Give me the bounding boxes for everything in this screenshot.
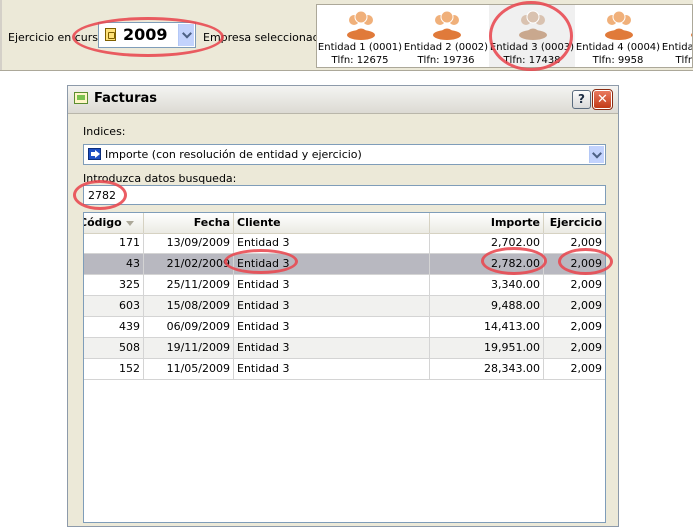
- col-ejercicio-cell: 2,009: [544, 275, 605, 295]
- toolbar-grip: [0, 0, 2, 70]
- col-fecha-header[interactable]: Fecha: [144, 213, 234, 233]
- entity-card[interactable]: Entidad 1 (0001) Tlfn: 12675: [317, 5, 403, 67]
- col-cliente-cell: Entidad 3: [234, 254, 430, 274]
- search-label: Introduzca datos busqueda:: [83, 172, 237, 185]
- entity-name: Entidad 3 (0003): [489, 42, 575, 53]
- facturas-dialog: Facturas ? ✕ Indices: Importe (con resol…: [67, 85, 619, 527]
- invoices-table: Código Fecha Cliente Importe Ejercicio 17113…: [83, 212, 606, 523]
- col-ejercicio-cell: 2,009: [544, 254, 605, 274]
- entity-phone: Tlfn: 17438: [503, 55, 561, 66]
- col-ejercicio-cell: 2,009: [544, 317, 605, 337]
- col-importe-cell: 14,413.00: [430, 317, 544, 337]
- col-cliente-cell: Entidad 3: [234, 275, 430, 295]
- group-users-icon: [433, 10, 461, 40]
- entity-phone: Tlfn: 12675: [331, 55, 389, 66]
- group-users-icon: [605, 10, 633, 40]
- entity-phone: Tlfn: 18112: [675, 55, 692, 66]
- col-cliente-cell: Entidad 3: [234, 233, 430, 253]
- close-button[interactable]: ✕: [592, 89, 613, 110]
- col-codigo-cell: 508: [84, 338, 144, 358]
- col-importe-cell: 28,343.00: [430, 359, 544, 379]
- col-cliente-cell: Entidad 3: [234, 317, 430, 337]
- table-row[interactable]: 152 11/05/2009 Entidad 3 28,343.00 2,009: [84, 359, 605, 380]
- table-row[interactable]: 439 06/09/2009 Entidad 3 14,413.00 2,009: [84, 317, 605, 338]
- dialog-title: Facturas: [94, 91, 157, 106]
- table-row[interactable]: 43 21/02/2009 Entidad 3 2,782.00 2,009: [84, 254, 605, 275]
- col-codigo-cell: 325: [84, 275, 144, 295]
- col-importe-cell: 2,702.00: [430, 233, 544, 253]
- col-ejercicio-cell: 2,009: [544, 233, 605, 253]
- entity-phone: Tlfn: 19736: [417, 55, 475, 66]
- col-codigo-cell: 171: [84, 233, 144, 253]
- invoice-icon: [74, 92, 88, 104]
- table-row[interactable]: 325 25/11/2009 Entidad 3 3,340.00 2,009: [84, 275, 605, 296]
- empresa-label: Empresa seleccionada: [203, 31, 327, 44]
- table-row[interactable]: 603 15/08/2009 Entidad 3 9,488.00 2,009: [84, 296, 605, 317]
- column-label: Fecha: [193, 216, 230, 229]
- top-toolbar: Ejercicio en curso 2009 Empresa seleccio…: [0, 0, 693, 71]
- entity-name: Entidad 5 (0005): [661, 42, 692, 53]
- indices-label: Indices:: [83, 125, 126, 138]
- col-fecha-cell: 15/08/2009: [144, 296, 234, 316]
- col-ejercicio-cell: 2,009: [544, 359, 605, 379]
- col-importe-header[interactable]: Importe: [430, 213, 544, 233]
- entity-card[interactable]: Entidad 3 (0003) Tlfn: 17438: [489, 5, 575, 67]
- col-fecha-cell: 11/05/2009: [144, 359, 234, 379]
- year-select[interactable]: 2009: [98, 22, 196, 48]
- col-codigo-cell: 43: [84, 254, 144, 274]
- col-ejercicio-cell: 2,009: [544, 296, 605, 316]
- col-cliente-cell: Entidad 3: [234, 359, 430, 379]
- table-row[interactable]: 508 19/11/2009 Entidad 3 19,951.00 2,009: [84, 338, 605, 359]
- col-cliente-header[interactable]: Cliente: [234, 213, 430, 233]
- chevron-down-icon: [181, 28, 192, 39]
- col-importe-cell: 2,782.00: [430, 254, 544, 274]
- year-value: 2009: [123, 25, 168, 44]
- col-importe-cell: 3,340.00: [430, 275, 544, 295]
- chevron-down-icon: [592, 148, 602, 159]
- column-label: Código: [84, 216, 122, 229]
- indices-dropdown-button[interactable]: [589, 146, 604, 163]
- col-codigo-cell: 152: [84, 359, 144, 379]
- col-importe-cell: 19,951.00: [430, 338, 544, 358]
- group-users-icon: [347, 10, 375, 40]
- col-importe-cell: 9,488.00: [430, 296, 544, 316]
- dialog-titlebar[interactable]: Facturas ? ✕: [68, 86, 618, 114]
- indices-select[interactable]: Importe (con resolución de entidad y eje…: [83, 144, 606, 165]
- search-input[interactable]: [83, 185, 606, 205]
- indices-value: Importe (con resolución de entidad y eje…: [105, 148, 362, 161]
- col-codigo-header[interactable]: Código: [84, 213, 144, 233]
- group-users-icon: [519, 10, 547, 40]
- entity-selector: Entidad 1 (0001) Tlfn: 12675 Entidad 2 (00…: [316, 4, 693, 68]
- help-button[interactable]: ?: [572, 90, 591, 109]
- sort-desc-icon: [125, 220, 134, 226]
- entity-name: Entidad 1 (0001): [317, 42, 403, 53]
- column-label: Ejercicio: [549, 216, 602, 229]
- col-ejercicio-cell: 2,009: [544, 338, 605, 358]
- entity-name: Entidad 4 (0004): [575, 42, 661, 53]
- arrow-right-icon: [88, 148, 101, 160]
- entity-phone: Tlfn: 9958: [592, 55, 644, 66]
- col-ejercicio-header[interactable]: Ejercicio: [544, 213, 605, 233]
- col-fecha-cell: 19/11/2009: [144, 338, 234, 358]
- entity-card[interactable]: Entidad 4 (0004) Tlfn: 9958: [575, 5, 661, 67]
- ejercicio-label: Ejercicio en curso: [8, 31, 105, 44]
- table-header: Código Fecha Cliente Importe Ejercicio: [84, 213, 605, 234]
- col-codigo-cell: 603: [84, 296, 144, 316]
- col-fecha-cell: 13/09/2009: [144, 233, 234, 253]
- col-fecha-cell: 25/11/2009: [144, 275, 234, 295]
- col-cliente-cell: Entidad 3: [234, 338, 430, 358]
- col-codigo-cell: 439: [84, 317, 144, 337]
- col-fecha-cell: 06/09/2009: [144, 317, 234, 337]
- calendar-icon: [105, 28, 116, 41]
- column-label: Cliente: [237, 216, 281, 229]
- year-dropdown-button[interactable]: [178, 24, 194, 46]
- entity-name: Entidad 2 (0002): [403, 42, 489, 53]
- entity-card[interactable]: Entidad 2 (0002) Tlfn: 19736: [403, 5, 489, 67]
- table-row[interactable]: 171 13/09/2009 Entidad 3 2,702.00 2,009: [84, 233, 605, 254]
- col-cliente-cell: Entidad 3: [234, 296, 430, 316]
- col-fecha-cell: 21/02/2009: [144, 254, 234, 274]
- column-label: Importe: [490, 216, 540, 229]
- entity-card[interactable]: Entidad 5 (0005) Tlfn: 18112: [661, 5, 692, 67]
- group-users-icon: [691, 33, 692, 37]
